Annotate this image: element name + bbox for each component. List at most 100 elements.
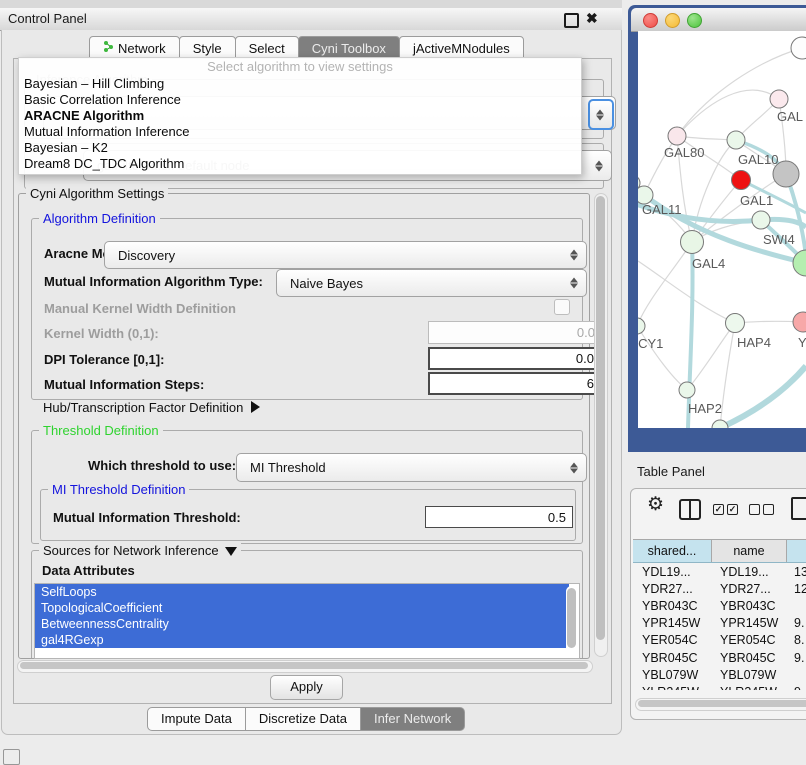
aracne-mode-combo[interactable]: Discovery [104,241,587,269]
network-node[interactable] [712,420,728,428]
dpi-tolerance-field[interactable]: 0.0 [428,347,602,370]
node-table[interactable]: shared...name YDL19...YDL19...13YDR27...… [633,539,806,690]
dropdown-item-bayesian-k2[interactable]: Bayesian – K2 [19,140,581,156]
network-node[interactable] [681,231,704,254]
network-edge[interactable] [720,323,735,428]
node-label-gal10: GAL10 [738,152,778,167]
dropdown-item-basic-correlation-inference[interactable]: Basic Correlation Inference [19,92,581,108]
table-row[interactable]: YBL079WYBL079W [633,666,806,683]
network-node[interactable] [793,312,806,332]
dropdown-item-mutual-information-inference[interactable]: Mutual Information Inference [19,124,581,140]
deselect-all-checkbox-icon-2[interactable] [763,504,774,515]
algorithm-definition-title: Algorithm Definition [39,211,160,226]
bottom-tabs: Impute DataDiscretize DataInfer Network [148,707,465,731]
network-node[interactable] [732,171,751,190]
cyni-algorithm-settings-group: Cyni Algorithm Settings Algorithm Defini… [18,193,590,659]
mi-steps-label: Mutual Information Steps: [44,377,204,392]
table-cell: YLR345W [633,683,711,690]
columns-icon[interactable] [679,499,701,520]
bottom-tab-discretize-data[interactable]: Discretize Data [245,707,361,731]
minimize-window-icon[interactable] [665,13,680,28]
table-horizontal-scrollbar[interactable] [635,698,806,711]
table-row[interactable]: YDR27...YDR27...12 [633,580,806,597]
gear-icon[interactable]: ⚙ [647,493,664,516]
table-cell: YDR27... [711,580,785,597]
network-edge[interactable] [687,323,735,390]
settings-horizontal-scrollbar[interactable] [17,660,593,673]
deselect-all-checkbox-icon[interactable] [749,504,760,515]
close-panel-icon[interactable]: ✖ [586,10,598,27]
mi-steps-value: 6 [587,376,594,391]
which-threshold-combo[interactable]: MI Threshold [236,453,587,482]
column-header-shared-[interactable]: shared... [633,540,712,562]
data-attributes-list[interactable]: SelfLoopsTopologicalCoefficientBetweenne… [34,583,580,659]
table-row[interactable]: YER054CYER054C8. [633,632,806,649]
attribute-item-selfloops[interactable]: SelfLoops [35,584,569,600]
network-edge[interactable] [720,366,806,428]
table-cell: 12 [785,580,806,597]
network-node[interactable] [770,90,788,108]
mi-steps-field[interactable]: 6 [428,372,602,395]
node-label-gal80: GAL80 [664,145,704,160]
network-canvas[interactable]: GALGAL80GAL10GAL1GAL11SWI4GAL4GCY1HAP4YH… [638,31,806,428]
kernel-width-value: 0.0 [577,325,595,340]
bottom-tab-impute-data[interactable]: Impute Data [147,707,246,731]
network-edge[interactable] [638,242,692,326]
network-node[interactable] [726,314,745,333]
algorithm-combo-arrow-button[interactable] [588,99,614,130]
hub-definition-expander[interactable]: Hub/Transcription Factor Definition [43,400,260,415]
apply-button[interactable]: Apply [270,675,343,700]
network-node[interactable] [727,131,745,149]
table-row[interactable]: YPR145WYPR145W9. [633,615,806,632]
table-cell: YBL079W [711,666,785,683]
control-panel-body: NetworkStyleSelectCyni ToolboxjActiveMNo… [1,30,622,735]
table-cell [785,597,806,614]
table-row[interactable]: YBR045CYBR045C9. [633,649,806,666]
network-node[interactable] [679,382,695,398]
which-threshold-label: Which threshold to use: [88,458,236,473]
mi-type-combo[interactable]: Naive Bayes [276,269,587,297]
network-canvas-svg: GALGAL80GAL10GAL1GAL11SWI4GAL4GCY1HAP4YH… [638,31,806,428]
dropdown-item-bayesian-hill-climbing[interactable]: Bayesian – Hill Climbing [19,76,581,92]
sources-group: Sources for Network Inference Data Attri… [31,550,583,658]
attribute-item-gal4rgexp[interactable]: gal4RGexp [35,632,569,648]
table-row[interactable]: YBR043CYBR043C [633,597,806,614]
dropdown-item-aracne-algorithm[interactable]: ARACNE Algorithm [19,108,581,124]
network-node[interactable] [752,211,770,229]
kernel-width-field[interactable]: 0.0 [428,321,602,344]
column-header-2[interactable] [787,540,806,562]
mi-threshold-field[interactable]: 0.5 [425,506,573,528]
close-window-icon[interactable] [643,13,658,28]
network-window[interactable]: GALGAL80GAL10GAL1GAL11SWI4GAL4GCY1HAP4YH… [628,5,806,452]
manual-kernel-checkbox[interactable] [554,299,570,315]
select-all-checkbox-icon[interactable]: ✓ [713,504,724,515]
document-icon[interactable] [791,497,806,520]
network-node[interactable] [638,318,645,334]
bottom-tab-infer-network[interactable]: Infer Network [360,707,465,731]
network-node[interactable] [791,37,806,59]
column-header-name[interactable]: name [712,540,787,562]
settings-vertical-scrollbar[interactable] [594,193,608,657]
select-all-checkbox-icon-2[interactable]: ✓ [727,504,738,515]
dropdown-item-dream8-dc-tdc-algorithm[interactable]: Dream8 DC_TDC Algorithm [19,156,581,172]
attribute-item-topologicalcoefficient[interactable]: TopologicalCoefficient [35,600,569,616]
network-node[interactable] [668,127,686,145]
expander-collapsed-icon [251,401,260,413]
zoom-window-icon[interactable] [687,13,702,28]
attribute-item-betweennesscentrality[interactable]: BetweennessCentrality [35,616,569,632]
table-row[interactable]: YDL19...YDL19...13 [633,563,806,580]
collapsed-panel-icon[interactable] [3,749,20,765]
network-window-titlebar[interactable] [631,8,806,32]
node-label-swi4: SWI4 [763,232,795,247]
table-panel: ⚙ ✓ ✓ shared...name YDL19...YDL19...13YD… [630,488,806,720]
table-header-row: shared...name [633,540,806,563]
table-row[interactable]: YLR345WYLR345W9. [633,683,806,690]
node-label-hap4: HAP4 [737,335,771,350]
float-panel-icon[interactable] [564,13,579,28]
kernel-width-label: Kernel Width (0,1): [44,326,159,341]
attributes-list-scrollbar[interactable] [566,586,577,654]
table-cell: 9. [785,615,806,632]
table-cell: YBR045C [633,649,711,666]
table-cell: YPR145W [633,615,711,632]
table-cell: YBR043C [711,597,785,614]
